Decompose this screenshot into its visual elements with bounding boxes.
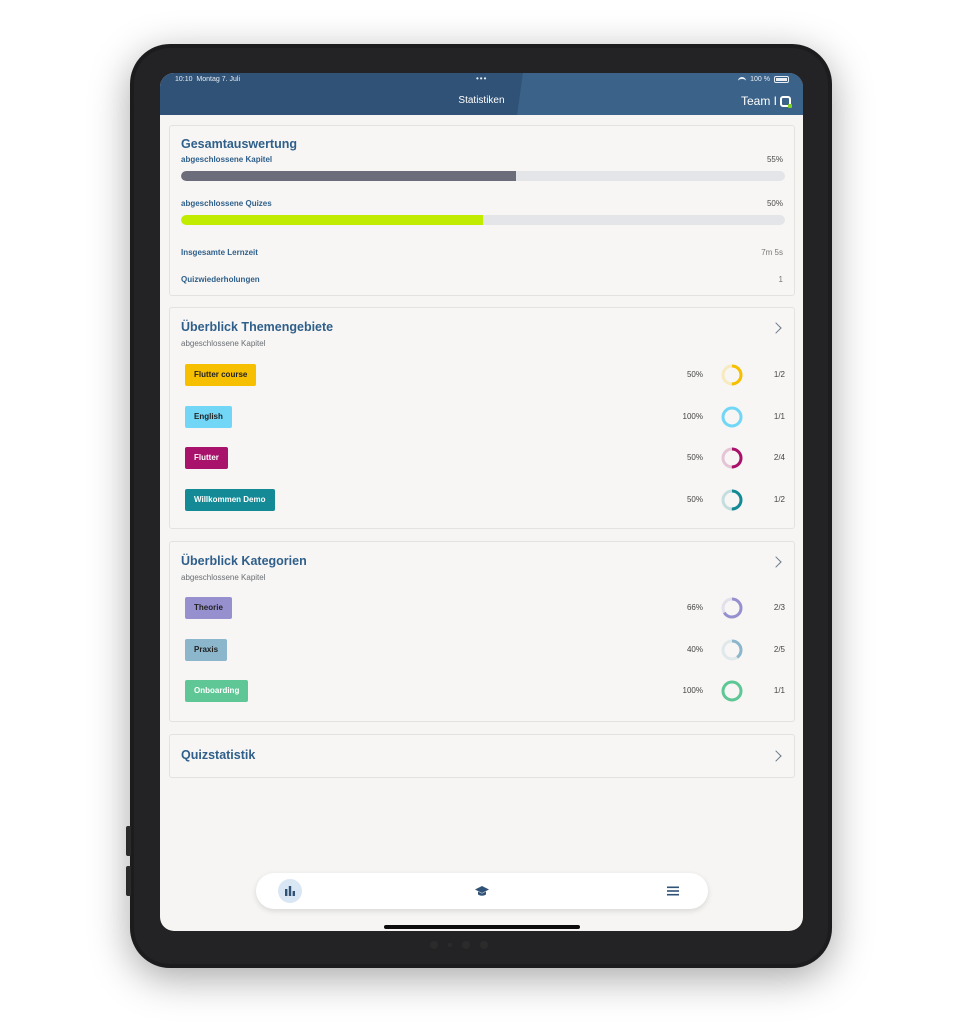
percent-value: 100% [682, 686, 703, 695]
statistics-icon [285, 886, 295, 896]
chapters-value: 55% [766, 155, 783, 164]
topics-subtitle: abgeschlossene Kapitel [181, 339, 266, 348]
fraction-value: 1/2 [773, 494, 785, 504]
category-tag[interactable]: Onboarding [185, 680, 249, 702]
quizzes-progress-bar [181, 215, 785, 225]
fraction-value: 2/3 [773, 603, 785, 612]
overall-title: Gesamtauswertung [181, 137, 298, 151]
percent-value: 50% [686, 453, 703, 462]
wifi-icon [738, 76, 747, 83]
category-tag[interactable]: Theorie [185, 597, 232, 619]
progress-ring [721, 680, 743, 702]
stat-row[interactable]: Theorie 66% 2/3 [185, 597, 785, 619]
app-header: 10:10 Montag 7. Juli ••• 100 % Statistik… [160, 73, 803, 115]
repeats-value: 1 [778, 275, 783, 284]
stat-row[interactable]: Onboarding 100% 1/1 [185, 680, 785, 702]
progress-ring [721, 406, 743, 427]
fraction-value: 1/1 [773, 686, 785, 695]
quizzes-value: 50% [766, 199, 783, 208]
app-screen: 10:10 Montag 7. Juli ••• 100 % Statistik… [160, 73, 803, 931]
battery-icon [774, 76, 789, 83]
side-button [126, 826, 131, 856]
progress-ring [721, 597, 743, 619]
stat-row[interactable]: Praxis 40% 2/5 [185, 638, 785, 661]
graduation-cap-icon [475, 886, 489, 896]
chapters-progress-bar [181, 171, 785, 181]
status-indicators: 100 % [738, 76, 789, 83]
percent-value: 66% [686, 603, 703, 612]
percent-value: 100% [682, 411, 703, 421]
stat-row[interactable]: Flutter course 50% 1/2 [185, 364, 785, 386]
battery-text: 100 % [750, 76, 770, 83]
nav-menu[interactable] [661, 879, 685, 903]
topics-card[interactable]: Überblick Themengebiete abgeschlossene K… [169, 307, 795, 529]
progress-ring [721, 639, 743, 660]
categories-subtitle: abgeschlossene Kapitel [181, 573, 266, 582]
quizzes-progress-fill [181, 215, 483, 225]
fraction-value: 2/4 [773, 453, 785, 462]
stat-row[interactable]: English 100% 1/1 [185, 405, 785, 428]
progress-ring [721, 489, 743, 510]
percent-value: 40% [686, 644, 703, 654]
fraction-value: 1/1 [773, 411, 785, 421]
repeats-label: Quizwiederholungen [181, 275, 260, 284]
quiz-stats-card[interactable]: Quizstatistik [169, 734, 795, 778]
percent-value: 50% [686, 370, 703, 379]
brand-q-icon [780, 95, 792, 108]
stat-row[interactable]: Flutter 50% 2/4 [185, 447, 785, 469]
category-tag[interactable]: Praxis [185, 638, 228, 661]
percent-value: 50% [686, 494, 703, 504]
home-indicator [384, 925, 580, 929]
bottom-navigation [256, 873, 708, 909]
side-button [126, 866, 131, 896]
topics-title: Überblick Themengebiete [181, 320, 334, 334]
progress-ring [721, 364, 743, 386]
status-time: 10:10 Montag 7. Juli [175, 76, 241, 83]
category-tag[interactable]: Flutter [185, 447, 228, 469]
progress-ring-fill [721, 680, 743, 702]
chevron-right-icon[interactable] [770, 750, 782, 762]
multitask-dots[interactable]: ••• [476, 74, 487, 83]
quiz-stats-title: Quizstatistik [181, 748, 256, 762]
category-tag[interactable]: Flutter course [185, 364, 257, 386]
nav-statistics[interactable] [278, 879, 302, 903]
chapters-label: abgeschlossene Kapitel [181, 155, 273, 164]
stat-row[interactable]: Willkommen Demo 50% 1/2 [185, 488, 785, 511]
fraction-value: 2/5 [773, 644, 785, 654]
progress-ring [721, 447, 743, 469]
category-tag[interactable]: English [185, 405, 232, 428]
chapters-progress-fill [181, 171, 517, 181]
chevron-right-icon[interactable] [770, 556, 782, 568]
learn-time-value: 7m 5s [761, 248, 783, 257]
progress-ring-fill [721, 406, 743, 427]
nav-courses[interactable] [470, 879, 494, 903]
overall-card: Gesamtauswertung abgeschlossene Kapitel … [169, 125, 795, 296]
learn-time-label: Insgesamte Lernzeit [181, 248, 258, 257]
menu-icon [667, 886, 679, 896]
category-tag[interactable]: Willkommen Demo [185, 488, 275, 511]
camera-sensors [430, 941, 488, 949]
quizzes-label: abgeschlossene Quizes [181, 199, 272, 208]
chevron-right-icon[interactable] [770, 322, 782, 334]
brand-logo: Team I [740, 94, 792, 108]
categories-card[interactable]: Überblick Kategorien abgeschlossene Kapi… [169, 541, 795, 722]
page-title: Statistiken [458, 95, 505, 106]
categories-title: Überblick Kategorien [181, 554, 307, 568]
fraction-value: 1/2 [773, 370, 785, 379]
brand-text: Team I [740, 94, 777, 108]
